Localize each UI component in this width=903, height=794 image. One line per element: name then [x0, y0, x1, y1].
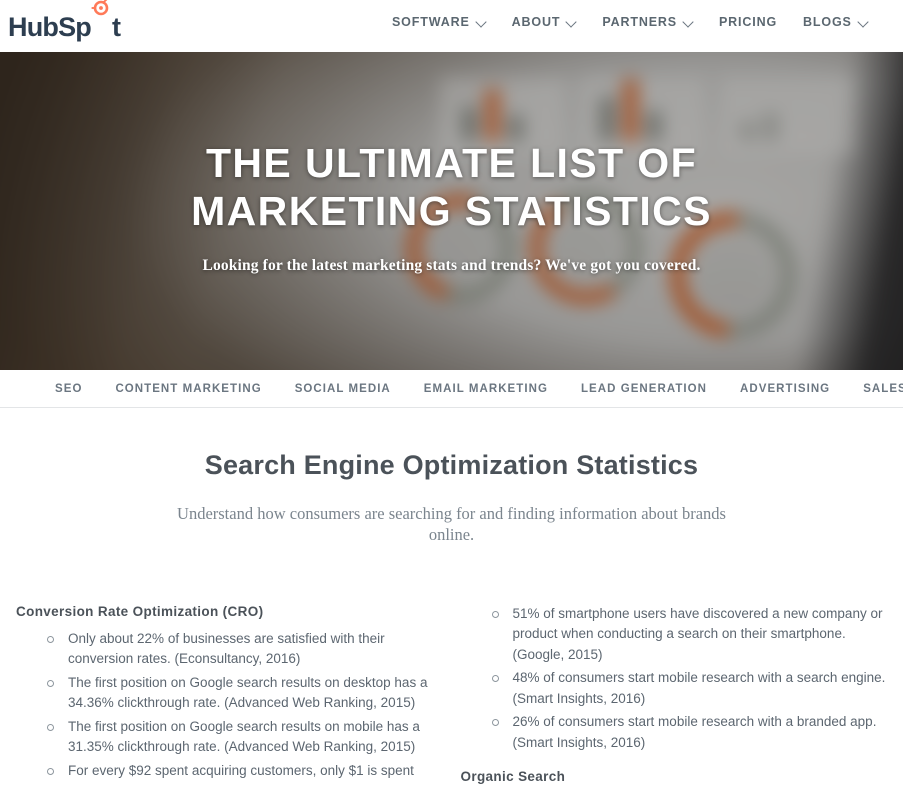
nav-label: PRICING — [718, 15, 778, 29]
stat-list-mobile-search: 51% of smartphone users have discovered … — [491, 604, 888, 754]
nav-item-software[interactable]: SOFTWARE — [392, 15, 486, 29]
chevron-down-icon — [477, 17, 486, 26]
category-link-content-marketing[interactable]: CONTENT MARKETING — [115, 383, 261, 395]
hero-title-line-2: MARKETING STATISTICS — [191, 188, 712, 234]
nav-label: PARTNERS — [602, 15, 677, 29]
main-content: Search Engine Optimization Statistics Un… — [0, 408, 903, 794]
list-item: 51% of smartphone users have discovered … — [491, 604, 888, 666]
nav-item-about[interactable]: ABOUT — [512, 15, 577, 29]
primary-menu: SOFTWARE ABOUT PARTNERS PRICING BLOGS — [392, 15, 868, 29]
hero-subtitle: Looking for the latest marketing stats a… — [202, 257, 701, 275]
chevron-down-icon — [567, 17, 576, 26]
list-item: The first position on Google search resu… — [46, 717, 443, 758]
subheading-cro: Conversion Rate Optimization (CRO) — [16, 603, 264, 619]
nav-label: BLOGS — [803, 15, 852, 29]
list-item: Only about 22% of businesses are satisfi… — [46, 629, 443, 670]
hero-content: THE ULTIMATE LIST OF MARKETING STATISTIC… — [0, 52, 903, 370]
list-item: The first position on Google search resu… — [46, 673, 443, 714]
list-item: 48% of consumers start mobile research w… — [491, 668, 888, 709]
section-subtitle: Understand how consumers are searching f… — [177, 504, 726, 545]
hero-title-line-1: THE ULTIMATE LIST OF — [205, 139, 698, 186]
section-header: Search Engine Optimization Statistics Un… — [0, 408, 903, 546]
sprocket-icon — [91, 0, 113, 36]
chevron-down-icon — [684, 17, 693, 26]
nav-item-blogs[interactable]: BLOGS — [803, 15, 868, 29]
nav-label: SOFTWARE — [392, 15, 470, 29]
category-link-seo[interactable]: SEO — [55, 383, 82, 395]
statistics-columns: Conversion Rate Optimization (CRO) Only … — [0, 604, 903, 794]
category-link-social-media[interactable]: SOCIAL MEDIA — [295, 383, 391, 395]
left-statistics-column: Conversion Rate Optimization (CRO) Only … — [16, 604, 443, 794]
subheading-organic-search: Organic Search — [460, 769, 566, 785]
category-link-lead-generation[interactable]: LEAD GENERATION — [581, 383, 707, 395]
logo-text-tail: t — [112, 11, 121, 42]
category-link-sales[interactable]: SALES — [863, 383, 903, 395]
category-navigation-bar: SEO CONTENT MARKETING SOCIAL MEDIA EMAIL… — [0, 370, 903, 408]
list-item: For every $92 spent acquiring customers,… — [46, 761, 443, 782]
right-statistics-column: 51% of smartphone users have discovered … — [461, 604, 888, 794]
page-title: THE ULTIMATE LIST OF MARKETING STATISTIC… — [191, 139, 712, 236]
section-title: Search Engine Optimization Statistics — [204, 450, 699, 480]
list-item: 26% of consumers start mobile research w… — [491, 712, 888, 753]
nav-item-pricing[interactable]: PRICING — [719, 15, 777, 29]
nav-item-partners[interactable]: PARTNERS — [602, 15, 693, 29]
category-link-email-marketing[interactable]: EMAIL MARKETING — [424, 383, 548, 395]
hubspot-logo[interactable]: HubSp t — [8, 0, 121, 42]
stat-list-cro: Only about 22% of businesses are satisfi… — [46, 629, 443, 782]
category-link-advertising[interactable]: ADVERTISING — [740, 383, 830, 395]
logo-text: HubSp — [8, 11, 92, 42]
top-navigation-bar: HubSp t SOFTWARE ABOUT PARTNERS PRICING — [0, 0, 903, 52]
nav-label: ABOUT — [511, 15, 561, 29]
chevron-down-icon — [859, 17, 868, 26]
hero-banner: THE ULTIMATE LIST OF MARKETING STATISTIC… — [0, 52, 903, 370]
